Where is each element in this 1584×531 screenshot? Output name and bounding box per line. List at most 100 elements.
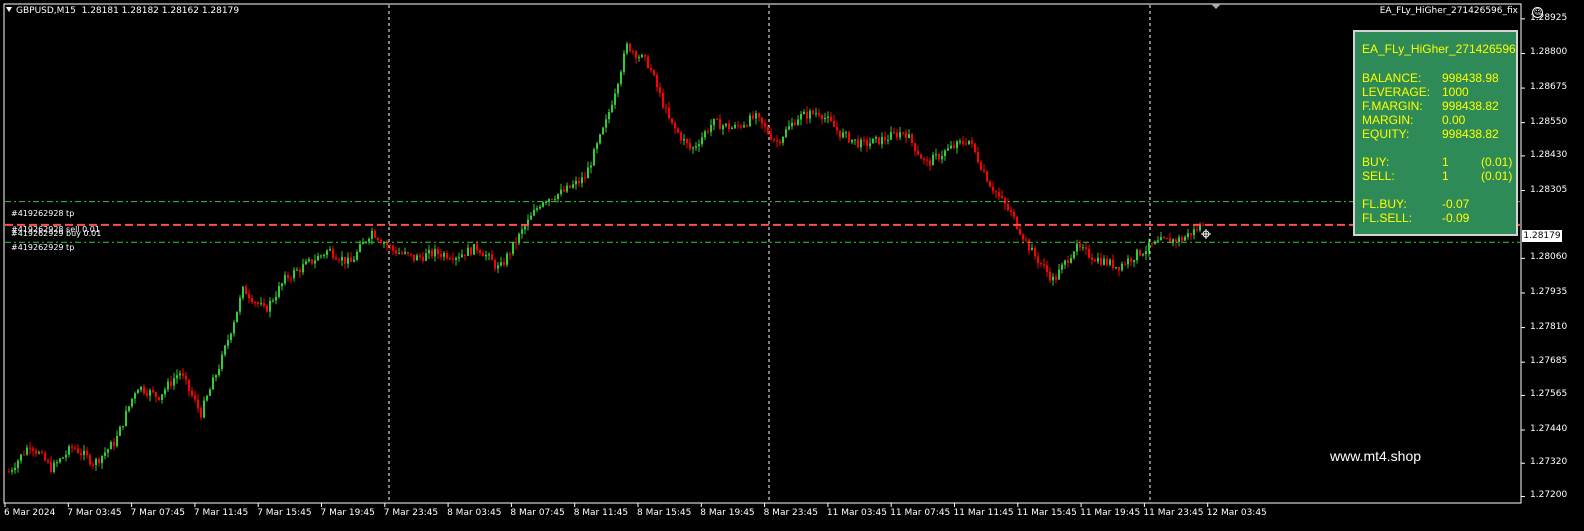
candle-body bbox=[1130, 258, 1132, 262]
price-tick-label: 1.27440 bbox=[1530, 424, 1568, 434]
dropdown-triangle-icon[interactable] bbox=[6, 7, 12, 12]
candle-body bbox=[608, 112, 610, 120]
candle-body bbox=[524, 226, 526, 230]
candle-body bbox=[317, 255, 319, 261]
candle-body bbox=[1073, 251, 1075, 259]
candle-body bbox=[215, 375, 217, 378]
candle-body bbox=[1070, 258, 1072, 263]
candle-body bbox=[8, 471, 10, 473]
candle-body bbox=[989, 181, 991, 187]
candle-body bbox=[422, 256, 424, 261]
candle-body bbox=[869, 143, 871, 146]
account-info-panel: EA_FLy_HiGher_271426596 BALANCE: 998438.9… bbox=[1353, 30, 1518, 236]
candle-body bbox=[50, 461, 52, 473]
candle-body bbox=[866, 140, 868, 146]
candle-body bbox=[167, 381, 169, 390]
candle-body bbox=[239, 297, 241, 312]
ticket-label-tp-lower: #419262929 tp bbox=[11, 243, 75, 252]
candle-body bbox=[680, 132, 682, 141]
candle-body bbox=[1127, 258, 1129, 265]
panel-title: EA_FLy_HiGher_271426596 bbox=[1362, 42, 1516, 56]
candle-body bbox=[65, 454, 67, 458]
price-tick-label: 1.28305 bbox=[1530, 184, 1568, 195]
candle-body bbox=[203, 400, 205, 418]
candle-body bbox=[1028, 239, 1030, 251]
candle-body bbox=[815, 113, 817, 115]
candle-body bbox=[77, 448, 79, 454]
candle-body bbox=[470, 247, 472, 255]
price-tick-label: 1.28675 bbox=[1530, 82, 1568, 93]
candle-body bbox=[1022, 234, 1024, 240]
candle-body bbox=[899, 132, 901, 138]
time-tick-label: 12 Mar 03:45 bbox=[1206, 508, 1267, 518]
candle-body bbox=[107, 449, 109, 453]
candle-body bbox=[53, 462, 55, 473]
watermark: www.mt4.shop bbox=[1330, 448, 1422, 464]
candle-body bbox=[506, 253, 508, 265]
candle-body bbox=[686, 138, 688, 143]
candle-body bbox=[938, 154, 940, 160]
candle-body bbox=[743, 125, 745, 128]
candle-body bbox=[803, 111, 805, 115]
candle-body bbox=[17, 460, 19, 468]
candle-body bbox=[659, 87, 661, 93]
cursor-icon bbox=[1201, 229, 1211, 239]
candle-body bbox=[518, 233, 520, 244]
candle-body bbox=[83, 450, 85, 456]
candle-body bbox=[1178, 237, 1180, 242]
candle-body bbox=[1139, 249, 1141, 256]
candle-body bbox=[170, 381, 172, 386]
candle-body bbox=[443, 253, 445, 257]
candle-body bbox=[401, 252, 403, 254]
candle-body bbox=[983, 169, 985, 172]
candle-body bbox=[902, 132, 904, 134]
margin-row: MARGIN: 0.00 bbox=[1362, 113, 1466, 127]
chart-frame bbox=[3, 3, 1522, 504]
expert-advisor-name: EA_FLy_HiGher_271426596_fix bbox=[1379, 6, 1518, 16]
candle-body bbox=[62, 457, 64, 459]
candle-body bbox=[1052, 276, 1054, 281]
candle-body bbox=[1181, 237, 1183, 241]
candle-body bbox=[515, 242, 517, 244]
candle-body bbox=[1199, 225, 1201, 231]
candle-body bbox=[521, 229, 523, 234]
candle-body bbox=[113, 442, 115, 447]
candle-body bbox=[494, 260, 496, 269]
candle-body bbox=[1184, 236, 1186, 241]
candle-body bbox=[584, 177, 586, 179]
candle-body bbox=[428, 249, 430, 254]
candle-body bbox=[98, 459, 100, 464]
candle-body bbox=[434, 248, 436, 257]
candle-body bbox=[842, 132, 844, 138]
candle-body bbox=[338, 259, 340, 261]
candle-body bbox=[830, 116, 832, 121]
candle-body bbox=[392, 245, 394, 251]
time-tick-label: 11 Mar 19:45 bbox=[1080, 508, 1141, 518]
candle-body bbox=[623, 53, 625, 72]
candle-body bbox=[551, 199, 553, 201]
candle-body bbox=[668, 107, 670, 119]
candle-body bbox=[1148, 242, 1150, 252]
candle-body bbox=[122, 425, 124, 427]
candle-body bbox=[836, 126, 838, 131]
candle-body bbox=[125, 410, 127, 426]
candle-body bbox=[596, 143, 598, 150]
candle-body bbox=[269, 300, 271, 312]
candle-body bbox=[1145, 251, 1147, 255]
candle-body bbox=[1091, 257, 1093, 260]
candle-body bbox=[251, 298, 253, 303]
price-tick-label: 1.28060 bbox=[1530, 252, 1568, 263]
candle-body bbox=[254, 302, 256, 304]
free-margin-row: F.MARGIN: 998438.82 bbox=[1362, 99, 1499, 113]
candle-body bbox=[590, 165, 592, 168]
candle-body bbox=[398, 252, 400, 254]
candle-body bbox=[473, 244, 475, 255]
candle-body bbox=[1037, 256, 1039, 264]
time-tick-label: 11 Mar 11:45 bbox=[953, 508, 1014, 518]
candle-body bbox=[557, 193, 559, 200]
candle-body bbox=[458, 257, 460, 259]
candle-body bbox=[998, 192, 1000, 196]
floating-sell-row: FL.SELL: -0.09 bbox=[1362, 211, 1470, 225]
candle-body bbox=[359, 244, 361, 252]
candle-body bbox=[224, 345, 226, 355]
